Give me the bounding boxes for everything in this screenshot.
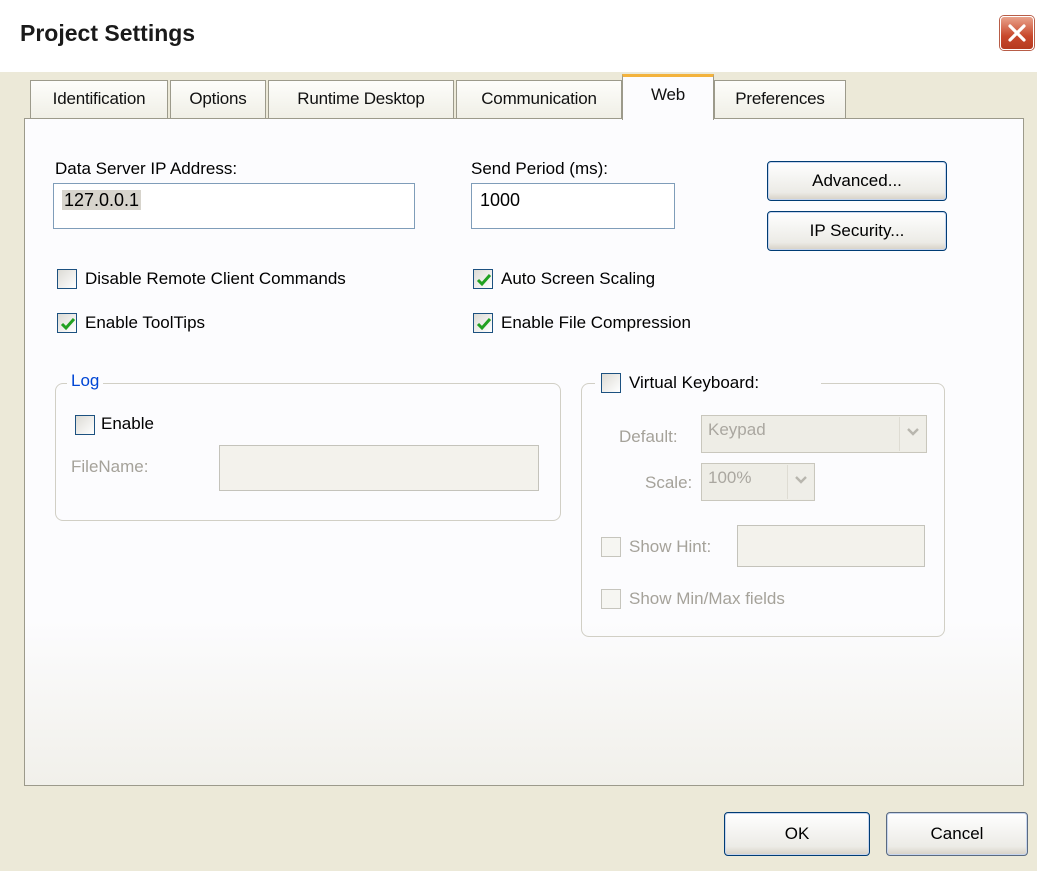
vk-show-hint-input[interactable] bbox=[737, 525, 925, 567]
vk-scale-value: 100% bbox=[708, 468, 752, 487]
log-filename-input[interactable] bbox=[219, 445, 539, 491]
file-compression-label: Enable File Compression bbox=[501, 313, 691, 332]
log-enable-label: Enable bbox=[101, 414, 154, 433]
vk-default-label: Default: bbox=[619, 427, 678, 446]
chevron-down-icon bbox=[795, 476, 807, 484]
vk-show-minmax-checkbox[interactable] bbox=[601, 589, 621, 609]
chevron-down-icon bbox=[907, 428, 919, 436]
enable-tooltips-checkbox[interactable] bbox=[57, 313, 77, 333]
virtual-keyboard-label: Virtual Keyboard: bbox=[629, 373, 760, 392]
vk-scale-dropdown[interactable] bbox=[787, 465, 813, 499]
tab-preferences[interactable]: Preferences bbox=[714, 80, 846, 118]
project-settings-dialog: Project Settings Identification Options … bbox=[0, 0, 1037, 871]
tab-identification[interactable]: Identification bbox=[30, 80, 168, 118]
auto-scaling-label: Auto Screen Scaling bbox=[501, 269, 656, 288]
checkmark-icon bbox=[476, 274, 492, 287]
advanced-button[interactable]: Advanced... bbox=[767, 161, 947, 201]
send-period-input[interactable]: 1000 bbox=[471, 183, 675, 229]
data-server-ip-value: 127.0.0.1 bbox=[62, 190, 142, 210]
virtual-keyboard-checkbox[interactable] bbox=[601, 373, 621, 393]
tab-web[interactable]: Web bbox=[622, 74, 714, 120]
auto-scaling-checkbox[interactable] bbox=[473, 269, 493, 289]
checkmark-icon bbox=[476, 318, 492, 331]
cancel-button[interactable]: Cancel bbox=[886, 812, 1028, 856]
log-enable-checkbox[interactable] bbox=[75, 415, 95, 435]
send-period-value: 1000 bbox=[480, 190, 521, 210]
close-icon bbox=[1008, 24, 1026, 42]
disable-remote-label: Disable Remote Client Commands bbox=[85, 269, 346, 288]
disable-remote-checkbox[interactable] bbox=[57, 269, 77, 289]
log-group-title: Log bbox=[67, 371, 104, 391]
vk-scale-label: Scale: bbox=[645, 473, 693, 492]
close-button[interactable] bbox=[1000, 16, 1034, 50]
vk-show-minmax-label: Show Min/Max fields bbox=[629, 589, 785, 608]
vk-default-select[interactable]: Keypad bbox=[701, 415, 927, 453]
vk-show-hint-checkbox[interactable] bbox=[601, 537, 621, 557]
web-tab-panel: Data Server IP Address: 127.0.0.1 Send P… bbox=[24, 118, 1024, 786]
send-period-label: Send Period (ms): bbox=[471, 159, 608, 178]
ok-button[interactable]: OK bbox=[724, 812, 870, 856]
tab-runtime-desktop[interactable]: Runtime Desktop bbox=[268, 80, 454, 118]
tab-communication[interactable]: Communication bbox=[456, 80, 622, 118]
vk-scale-select[interactable]: 100% bbox=[701, 463, 815, 501]
data-server-ip-label: Data Server IP Address: bbox=[55, 159, 238, 178]
tab-options[interactable]: Options bbox=[170, 80, 266, 118]
vk-show-hint-label: Show Hint: bbox=[629, 537, 712, 556]
enable-tooltips-label: Enable ToolTips bbox=[85, 313, 206, 332]
ip-security-button[interactable]: IP Security... bbox=[767, 211, 947, 251]
log-filename-label: FileName: bbox=[71, 457, 149, 476]
checkmark-icon bbox=[60, 318, 76, 331]
vk-default-value: Keypad bbox=[708, 420, 766, 439]
data-server-ip-input[interactable]: 127.0.0.1 bbox=[53, 183, 415, 229]
window-title: Project Settings bbox=[20, 20, 196, 46]
title-bar: Project Settings bbox=[0, 0, 1037, 72]
file-compression-checkbox[interactable] bbox=[473, 313, 493, 333]
vk-default-dropdown[interactable] bbox=[899, 417, 925, 451]
